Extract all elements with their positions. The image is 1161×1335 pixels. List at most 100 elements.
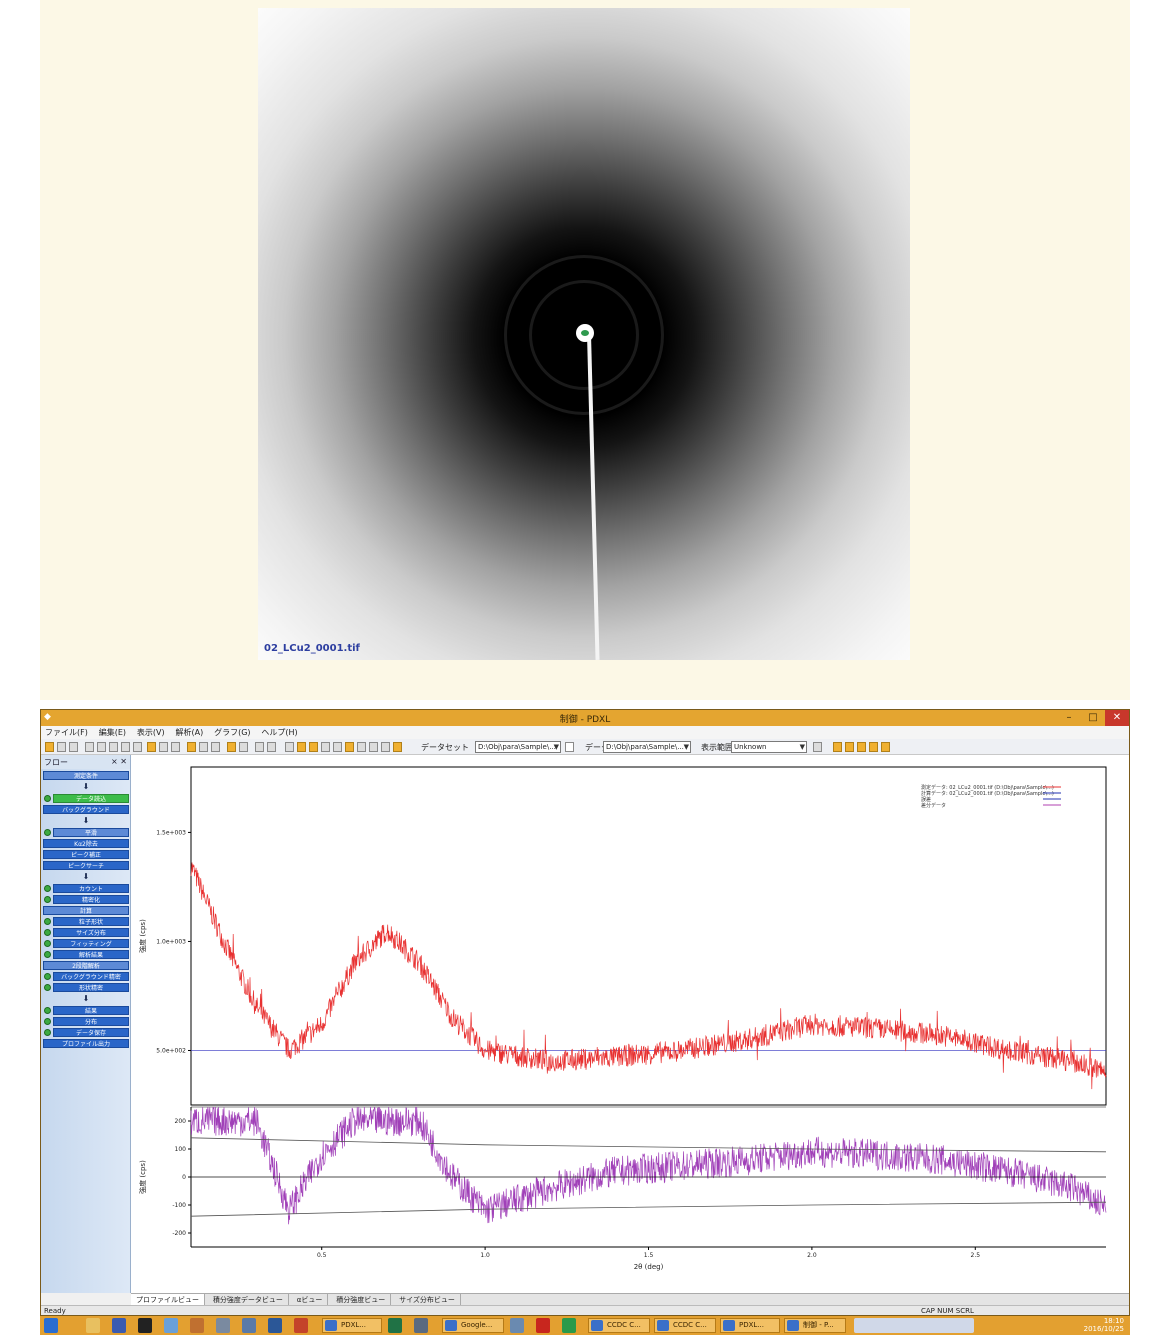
settings-icon[interactable] xyxy=(369,742,378,752)
terminal-icon[interactable] xyxy=(138,1318,152,1333)
flow-step-button[interactable]: フィッティング xyxy=(53,939,129,948)
data-select[interactable]: D:\Obj\para\Sample\... ▼ xyxy=(603,741,691,753)
crosshair-icon[interactable] xyxy=(57,742,66,752)
open-icon[interactable] xyxy=(45,742,54,752)
flow-step-button[interactable]: 精密化 xyxy=(53,895,129,904)
flow-step-button[interactable]: 平滑 xyxy=(53,828,129,837)
menu-help[interactable]: ヘルプ(H) xyxy=(257,726,301,739)
menu-view[interactable]: 表示(V) xyxy=(133,726,169,739)
profile-chart[interactable]: 1.5e+003 1.0e+003 5.0e+002 強度 (cps) 測定データ: 0… xyxy=(131,755,1130,1293)
start-icon[interactable] xyxy=(44,1318,58,1333)
paint-icon[interactable] xyxy=(164,1318,178,1333)
menu-graph[interactable]: グラフ(G) xyxy=(210,726,254,739)
network-icon[interactable] xyxy=(414,1318,428,1333)
chart-icon[interactable] xyxy=(297,742,306,752)
close-button[interactable]: ✕ xyxy=(1105,710,1129,726)
flow-step-button[interactable]: データ読込 xyxy=(53,794,129,803)
overlay-icon[interactable] xyxy=(239,742,248,752)
range-icon[interactable] xyxy=(171,742,180,752)
flow-step-button[interactable]: 計算 xyxy=(43,906,129,915)
run-icon[interactable] xyxy=(393,742,402,752)
explorer-icon[interactable] xyxy=(86,1318,100,1333)
legend-label: 測定データ: 02_LCu2_0001.tif (D:\Obj\para\Sam… xyxy=(921,784,1054,791)
zoom-out-icon[interactable] xyxy=(97,742,106,752)
app-icon[interactable] xyxy=(562,1318,576,1333)
window-split-icon[interactable] xyxy=(857,742,866,752)
report-icon[interactable] xyxy=(357,742,366,752)
media-icon[interactable] xyxy=(510,1318,524,1333)
taskbar-clock[interactable]: 18:10 2016/10/25 xyxy=(1084,1317,1124,1333)
flow-step-button[interactable]: ピークサーチ xyxy=(43,861,129,870)
flow-step-button[interactable]: ピーク補正 xyxy=(43,850,129,859)
minimize-button[interactable]: – xyxy=(1057,710,1081,726)
powerpoint-icon[interactable] xyxy=(294,1318,308,1333)
flow-step-button[interactable]: 2段階解析 xyxy=(43,961,129,970)
flow-step-button[interactable]: Kα2除去 xyxy=(43,839,129,848)
flow-step-button[interactable]: カウント xyxy=(53,884,129,893)
fit-icon[interactable] xyxy=(121,742,130,752)
window-tile-icon[interactable] xyxy=(833,742,842,752)
flow-step-button[interactable]: 解析結果 xyxy=(53,950,129,959)
close-icon[interactable]: × ✕ xyxy=(111,757,127,766)
view-icon[interactable] xyxy=(227,742,236,752)
step-icon[interactable] xyxy=(159,742,168,752)
print-icon[interactable] xyxy=(255,742,264,752)
excel-icon[interactable] xyxy=(388,1318,402,1333)
table-icon[interactable] xyxy=(285,742,294,752)
maximize-button[interactable]: □ xyxy=(1081,710,1105,726)
calc-icon[interactable] xyxy=(321,742,330,752)
peak-icon[interactable] xyxy=(133,742,142,752)
window-list-icon[interactable] xyxy=(881,742,890,752)
label-icon[interactable] xyxy=(345,742,354,752)
upper-plot-frame xyxy=(190,766,1107,1106)
clock-date: 2016/10/25 xyxy=(1083,1325,1124,1333)
zoom-in-icon[interactable] xyxy=(85,742,94,752)
tray-icon[interactable] xyxy=(854,1318,974,1333)
grid-icon[interactable] xyxy=(69,742,78,752)
window-max-icon[interactable] xyxy=(869,742,878,752)
flow-step-button[interactable]: 結果 xyxy=(53,1006,129,1015)
word-icon[interactable] xyxy=(268,1318,282,1333)
dataset-select[interactable]: D:\Obj\para\Sample\... ▼ xyxy=(475,741,561,753)
export-icon[interactable] xyxy=(267,742,276,752)
utility-icon[interactable] xyxy=(216,1318,230,1333)
taskbar-item[interactable]: PDXL... xyxy=(720,1318,780,1333)
dataset-checkbox[interactable] xyxy=(565,742,574,752)
refresh-icon[interactable] xyxy=(381,742,390,752)
window-cascade-icon[interactable] xyxy=(845,742,854,752)
google-icon[interactable] xyxy=(112,1318,126,1333)
tools-icon[interactable] xyxy=(190,1318,204,1333)
status-bar: Ready CAP NUM SCRL xyxy=(41,1305,1129,1315)
fit-line-icon[interactable] xyxy=(333,742,342,752)
taskbar-item[interactable]: Google... xyxy=(442,1318,504,1333)
taskbar-item[interactable]: PDXL... xyxy=(322,1318,382,1333)
axis-icon[interactable] xyxy=(199,742,208,752)
calendar-icon[interactable] xyxy=(242,1318,256,1333)
flow-step-button[interactable]: バックグラウンド xyxy=(43,805,129,814)
flow-step-button[interactable]: 形状精密 xyxy=(53,983,129,992)
menu-edit[interactable]: 編集(E) xyxy=(95,726,130,739)
flow-step-button[interactable]: バックグラウンド精密 xyxy=(53,972,129,981)
flow-step-button[interactable]: プロファイル出力 xyxy=(43,1039,129,1048)
taskbar-item[interactable]: CCDC C... xyxy=(654,1318,716,1333)
display-range-select[interactable]: Unknown ▼ xyxy=(731,741,807,753)
peak-list-icon[interactable] xyxy=(309,742,318,752)
flow-step-button[interactable]: データ保存 xyxy=(53,1028,129,1037)
flow-step-button[interactable]: 測定条件 xyxy=(43,771,129,780)
flow-step-button[interactable]: 粒子形状 xyxy=(53,917,129,926)
taskbar-item[interactable]: 制御 - P... xyxy=(784,1318,846,1333)
refine-icon[interactable] xyxy=(147,742,156,752)
pan-icon[interactable] xyxy=(109,742,118,752)
title-bar[interactable]: ◆ 制御 - PDXL – □ ✕ xyxy=(41,710,1129,726)
flow-step-button[interactable]: 分布 xyxy=(53,1017,129,1026)
mark-icon[interactable] xyxy=(187,742,196,752)
scale-icon[interactable] xyxy=(211,742,220,752)
profile-view[interactable]: 1.5e+003 1.0e+003 5.0e+002 強度 (cps) 測定データ: 0… xyxy=(131,755,1130,1293)
taskbar-item[interactable]: CCDC C... xyxy=(588,1318,650,1333)
menu-analysis[interactable]: 解析(A) xyxy=(171,726,207,739)
pdf-icon[interactable] xyxy=(536,1318,550,1333)
status-check-icon xyxy=(44,918,51,925)
menu-file[interactable]: ファイル(F) xyxy=(41,726,92,739)
layout-icon[interactable] xyxy=(813,742,822,752)
flow-step-button[interactable]: サイズ分布 xyxy=(53,928,129,937)
